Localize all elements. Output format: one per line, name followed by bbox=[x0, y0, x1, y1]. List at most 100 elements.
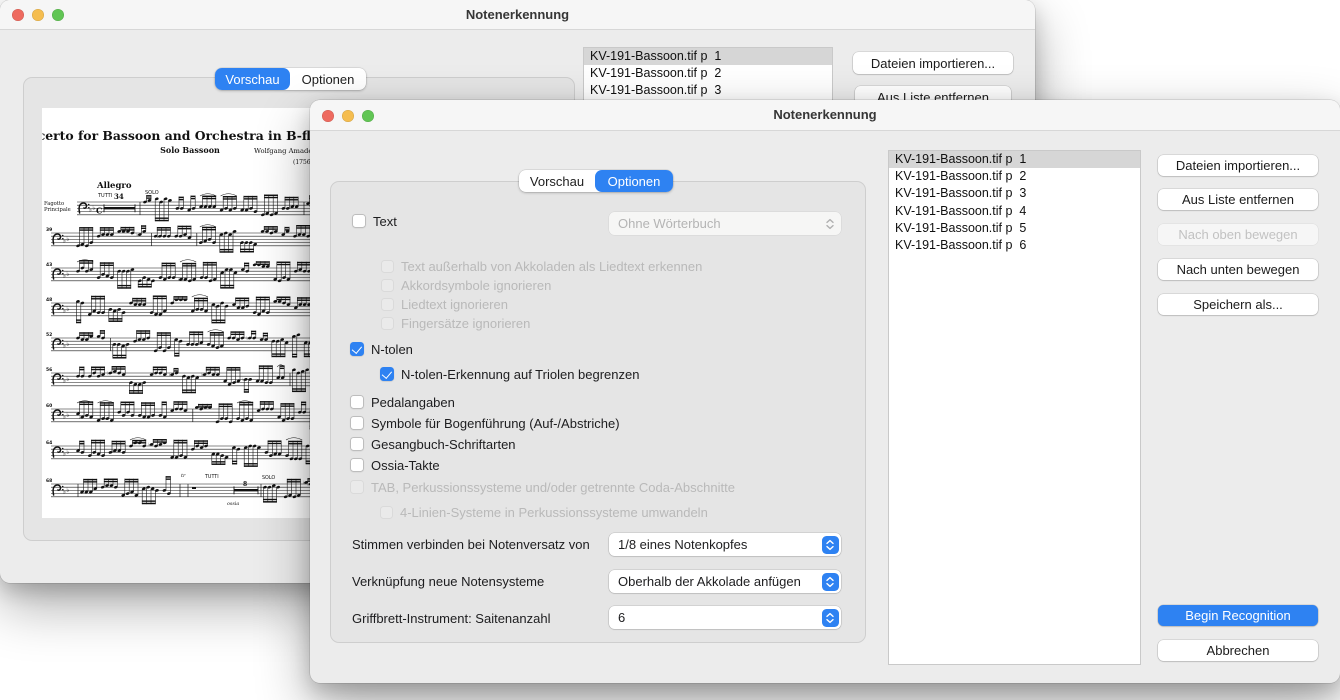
svg-text:♭: ♭ bbox=[66, 271, 69, 278]
tab-optionen[interactable]: Optionen bbox=[290, 68, 366, 90]
chevron-up-down-icon bbox=[822, 215, 839, 233]
import-files-button[interactable]: Dateien importieren... bbox=[1158, 155, 1318, 176]
svg-text:♭: ♭ bbox=[246, 336, 248, 342]
liedtext-erkennen-row: Text außerhalb von Akkoladen als Liedtex… bbox=[381, 259, 702, 273]
ntolen-checkbox[interactable] bbox=[350, 342, 364, 356]
liedtext-ignorieren-checkbox[interactable] bbox=[381, 298, 394, 311]
svg-text:C: C bbox=[96, 206, 102, 216]
list-item[interactable]: KV-191-Bassoon.tif p 2 bbox=[584, 65, 832, 82]
akkordsymbole-checkbox[interactable] bbox=[381, 279, 394, 292]
cancel-button[interactable]: Abbrechen bbox=[1158, 640, 1318, 661]
ossia-row: Ossia-Takte bbox=[350, 458, 440, 472]
bogenfuehrung-checkbox[interactable] bbox=[350, 416, 364, 430]
svg-text:♭: ♭ bbox=[79, 242, 81, 248]
checkbox-label: 4-Linien-Systeme in Perkussionssysteme u… bbox=[400, 505, 708, 520]
liedtext-erkennen-checkbox[interactable] bbox=[381, 260, 394, 273]
svg-text:♭: ♭ bbox=[66, 412, 69, 419]
checkbox-label: Ossia-Takte bbox=[371, 458, 440, 473]
svg-text:♭: ♭ bbox=[107, 371, 109, 377]
checkbox-label: N-tolen bbox=[371, 342, 413, 357]
text-checkbox[interactable] bbox=[352, 214, 366, 228]
svg-text:43: 43 bbox=[46, 262, 52, 268]
chevron-up-down-icon bbox=[822, 609, 839, 627]
pedalangaben-checkbox[interactable] bbox=[350, 395, 364, 409]
svg-text:48: 48 bbox=[46, 297, 52, 303]
list-item[interactable]: KV-191-Bassoon.tif p 2 bbox=[889, 168, 1140, 185]
close-button[interactable] bbox=[12, 9, 24, 21]
svg-text:39: 39 bbox=[46, 227, 52, 233]
background-titlebar: Notenerkennung bbox=[0, 0, 1035, 30]
svg-text:♭: ♭ bbox=[214, 304, 216, 310]
vier-linien-row: 4-Linien-Systeme in Perkussionssysteme u… bbox=[380, 505, 708, 519]
griffbrett-label: Griffbrett-Instrument: Saitenanzahl bbox=[352, 611, 550, 626]
griffbrett-dropdown[interactable]: 6 bbox=[609, 606, 841, 629]
svg-text:64: 64 bbox=[46, 440, 52, 446]
list-item[interactable]: KV-191-Bassoon.tif p 4 bbox=[889, 203, 1140, 220]
svg-text:Principale: Principale bbox=[44, 207, 71, 213]
ntolen-triolen-row: N-tolen-Erkennung auf Triolen begrenzen bbox=[380, 367, 639, 381]
view-tabs: Vorschau Optionen bbox=[215, 68, 366, 90]
list-item[interactable]: KV-191-Bassoon.tif p 5 bbox=[889, 220, 1140, 237]
import-files-button[interactable]: Dateien importieren... bbox=[853, 52, 1013, 74]
chevron-up-down-icon bbox=[822, 573, 839, 591]
close-button[interactable] bbox=[322, 110, 334, 122]
svg-text:♭: ♭ bbox=[169, 372, 171, 378]
begin-recognition-button[interactable]: Begin Recognition bbox=[1158, 605, 1318, 626]
verknuepfung-dropdown[interactable]: Oberhalb der Akkolade anfügen bbox=[609, 570, 841, 593]
svg-text:♭: ♭ bbox=[303, 480, 305, 486]
zoom-button[interactable] bbox=[52, 9, 64, 21]
window-title: Notenerkennung bbox=[0, 0, 1035, 30]
dictionary-value: Ohne Wörterbuch bbox=[618, 216, 721, 231]
verknuepfung-value: Oberhalb der Akkolade anfügen bbox=[618, 574, 801, 589]
stimmen-verbinden-value: 1/8 eines Notenkopfes bbox=[618, 537, 747, 552]
tab-perkussion-row: TAB, Perkussionssysteme und/oder getrenn… bbox=[350, 480, 735, 494]
list-item[interactable]: KV-191-Bassoon.tif p 3 bbox=[889, 185, 1140, 202]
tab-optionen[interactable]: Optionen bbox=[595, 170, 673, 192]
svg-text:♭: ♭ bbox=[66, 236, 69, 243]
svg-text:56: 56 bbox=[46, 367, 52, 373]
tab-vorschau[interactable]: Vorschau bbox=[215, 68, 290, 90]
tab-perkussion-checkbox[interactable] bbox=[350, 480, 364, 494]
svg-text:♭: ♭ bbox=[111, 448, 113, 454]
dictionary-dropdown[interactable]: Ohne Wörterbuch bbox=[609, 212, 841, 235]
akkordsymbole-row: Akkordsymbole ignorieren bbox=[381, 278, 551, 292]
options-window: Notenerkennung Text Ohne Wörterbuch Text… bbox=[310, 100, 1340, 683]
chevron-up-down-icon bbox=[822, 536, 839, 554]
svg-text:34: 34 bbox=[114, 192, 124, 201]
svg-text:TUTTI: TUTTI bbox=[97, 193, 112, 199]
text-checkbox-row: Text bbox=[352, 214, 397, 228]
svg-text:♭: ♭ bbox=[242, 377, 244, 383]
gesangbuch-checkbox[interactable] bbox=[350, 437, 364, 451]
svg-text:60: 60 bbox=[46, 403, 52, 409]
svg-text:♭: ♭ bbox=[136, 232, 138, 238]
svg-text:52: 52 bbox=[46, 332, 52, 338]
fingersaetze-row: Fingersätze ignorieren bbox=[381, 316, 530, 330]
list-item[interactable]: KV-191-Bassoon.tif p 3 bbox=[584, 82, 832, 99]
move-up-button[interactable]: Nach oben bewegen bbox=[1158, 224, 1318, 245]
ossia-checkbox[interactable] bbox=[350, 458, 364, 472]
svg-text:SOLO: SOLO bbox=[145, 190, 159, 196]
save-as-button[interactable]: Speichern als... bbox=[1158, 294, 1318, 315]
minimize-button[interactable] bbox=[342, 110, 354, 122]
list-item[interactable]: KV-191-Bassoon.tif p 1 bbox=[584, 48, 832, 65]
svg-text:68: 68 bbox=[46, 478, 52, 484]
list-item[interactable]: KV-191-Bassoon.tif p 6 bbox=[889, 237, 1140, 254]
move-down-button[interactable]: Nach unten bewegen bbox=[1158, 259, 1318, 280]
minimize-button[interactable] bbox=[32, 9, 44, 21]
bogenfuehrung-row: Symbole für Bogenführung (Auf-/Abstriche… bbox=[350, 416, 620, 430]
zoom-button[interactable] bbox=[362, 110, 374, 122]
options-titlebar: Notenerkennung bbox=[310, 100, 1340, 131]
tab-vorschau[interactable]: Vorschau bbox=[519, 170, 595, 192]
fingersaetze-checkbox[interactable] bbox=[381, 317, 394, 330]
checkbox-label: Fingersätze ignorieren bbox=[401, 316, 530, 331]
vier-linien-checkbox[interactable] bbox=[380, 506, 393, 519]
svg-text:♭: ♭ bbox=[178, 277, 180, 283]
remove-from-list-button[interactable]: Aus Liste entfernen bbox=[1158, 189, 1318, 210]
svg-text:♭: ♭ bbox=[307, 482, 309, 488]
svg-text:Allegro: Allegro bbox=[96, 181, 132, 191]
list-item[interactable]: KV-191-Bassoon.tif p 1 bbox=[889, 151, 1140, 168]
checkbox-label: Text außerhalb von Akkoladen als Liedtex… bbox=[401, 259, 702, 274]
view-tabs: Vorschau Optionen bbox=[519, 170, 673, 192]
stimmen-verbinden-dropdown[interactable]: 1/8 eines Notenkopfes bbox=[609, 533, 841, 556]
ntolen-triolen-checkbox[interactable] bbox=[380, 367, 394, 381]
